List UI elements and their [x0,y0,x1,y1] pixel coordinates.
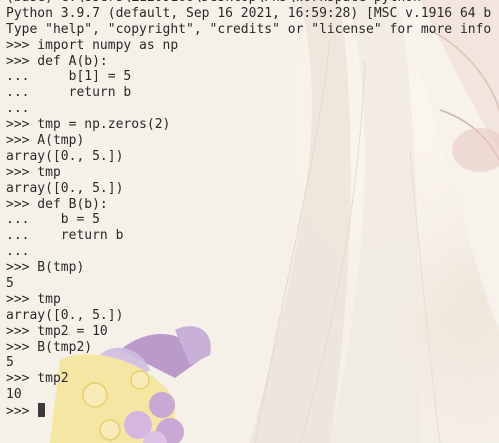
terminal-input-line[interactable]: >>> [6,403,499,419]
terminal-line: >>> import numpy as np [6,37,179,53]
terminal-line: ... b = 5 [6,212,100,228]
terminal-line: 5 [6,276,14,292]
terminal-line: 5 [6,355,14,371]
terminal-window[interactable]: (base) C:\Users\Z1209160\Desktop\PhD\Wor… [0,0,499,443]
terminal-output[interactable]: (base) C:\Users\Z1209160\Desktop\PhD\Wor… [0,0,499,419]
text-cursor [38,403,46,418]
terminal-line: array([0., 5.]) [6,307,124,323]
terminal-line: >>> tmp [6,291,61,307]
terminal-line: ... [6,244,30,260]
terminal-line: >>> tmp2 = 10 [6,323,108,339]
terminal-line: >>> B(tmp) [6,260,85,276]
terminal-line: array([0., 5.]) [6,148,124,164]
terminal-line: ... return b [6,85,132,101]
terminal-line: >>> def A(b): [6,53,108,69]
terminal-line: ... b[1] = 5 [6,69,132,85]
terminal-line: 10 [6,387,22,403]
terminal-line: array([0., 5.]) [6,180,124,196]
terminal-line: Python 3.9.7 (default, Sep 16 2021, 16:5… [6,5,492,21]
terminal-line: ... [6,101,30,117]
terminal-line: >>> A(tmp) [6,133,85,149]
prompt-symbol: >>> [6,404,38,420]
terminal-line: >>> def B(b): [6,196,108,212]
terminal-line: >>> B(tmp2) [6,339,93,355]
terminal-line: >>> tmp2 [6,371,69,387]
terminal-line: ... return b [6,228,124,244]
terminal-line: >>> tmp [6,164,61,180]
terminal-line: Type "help", "copyright", "credits" or "… [6,21,492,37]
terminal-line: >>> tmp = np.zeros(2) [6,117,171,133]
